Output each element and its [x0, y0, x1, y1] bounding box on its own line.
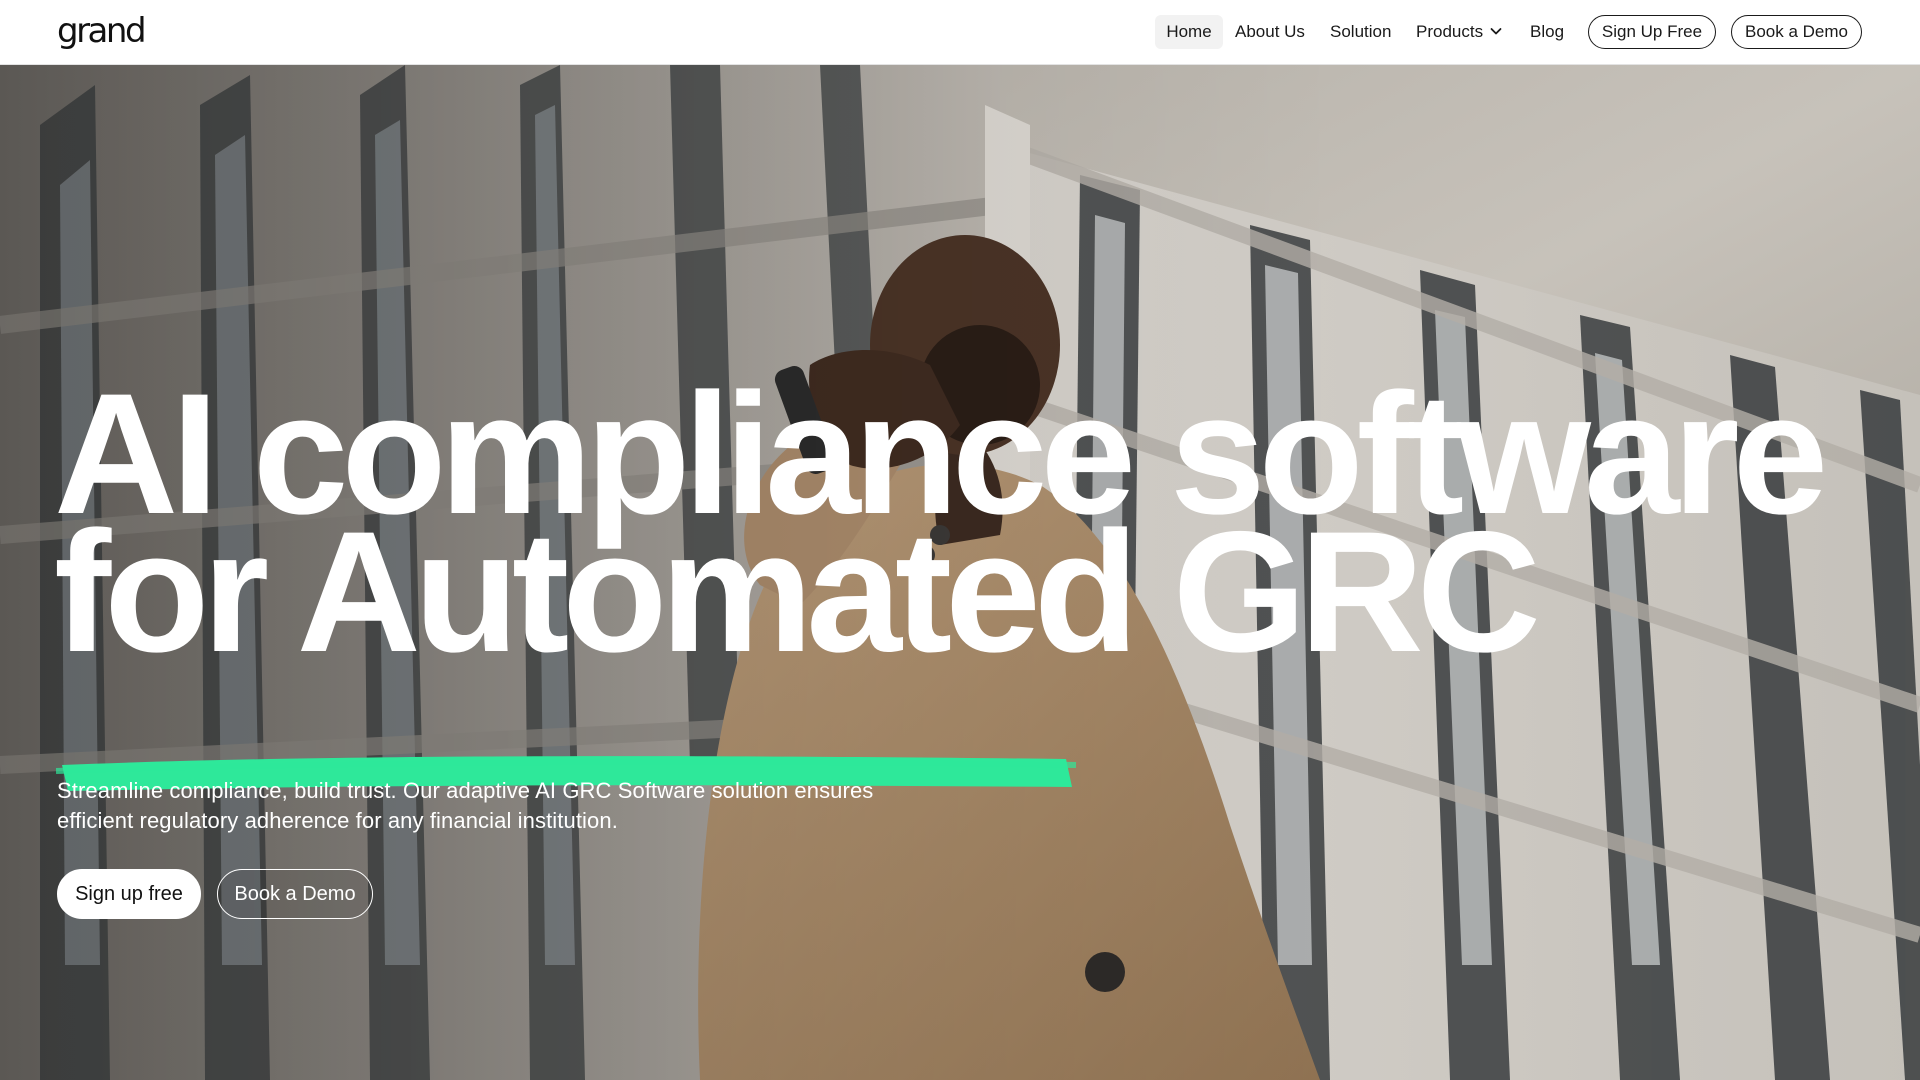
sign-up-free-button[interactable]: Sign Up Free [1588, 15, 1716, 49]
nav-item-products[interactable]: Products [1416, 15, 1503, 49]
site-header: grand Home About Us Solution Products Bl… [0, 0, 1920, 65]
hero-subtext-line-2: efficient regulatory adherence for any f… [57, 808, 618, 833]
hero-book-demo-button[interactable]: Book a Demo [217, 869, 373, 919]
nav-item-products-label: Products [1416, 22, 1484, 41]
chevron-down-icon [1490, 28, 1502, 35]
nav-item-home[interactable]: Home [1155, 15, 1223, 49]
hero-section: AI compliance software for Automated GRC… [0, 65, 1920, 1080]
hero-sign-up-free-button[interactable]: Sign up free [57, 869, 201, 919]
nav-item-blog[interactable]: Blog [1530, 15, 1564, 49]
main-nav: Home About Us Solution Products Blog Sig… [0, 0, 1920, 65]
hero-subtext-line-1: Streamline compliance, build trust. Our … [57, 778, 874, 803]
book-demo-button[interactable]: Book a Demo [1731, 15, 1862, 49]
nav-item-solution[interactable]: Solution [1330, 15, 1391, 49]
hero-headline: AI compliance software for Automated GRC [54, 368, 1854, 678]
nav-item-about-us[interactable]: About Us [1235, 15, 1305, 49]
hero-subtext: Streamline compliance, build trust. Our … [57, 776, 957, 836]
